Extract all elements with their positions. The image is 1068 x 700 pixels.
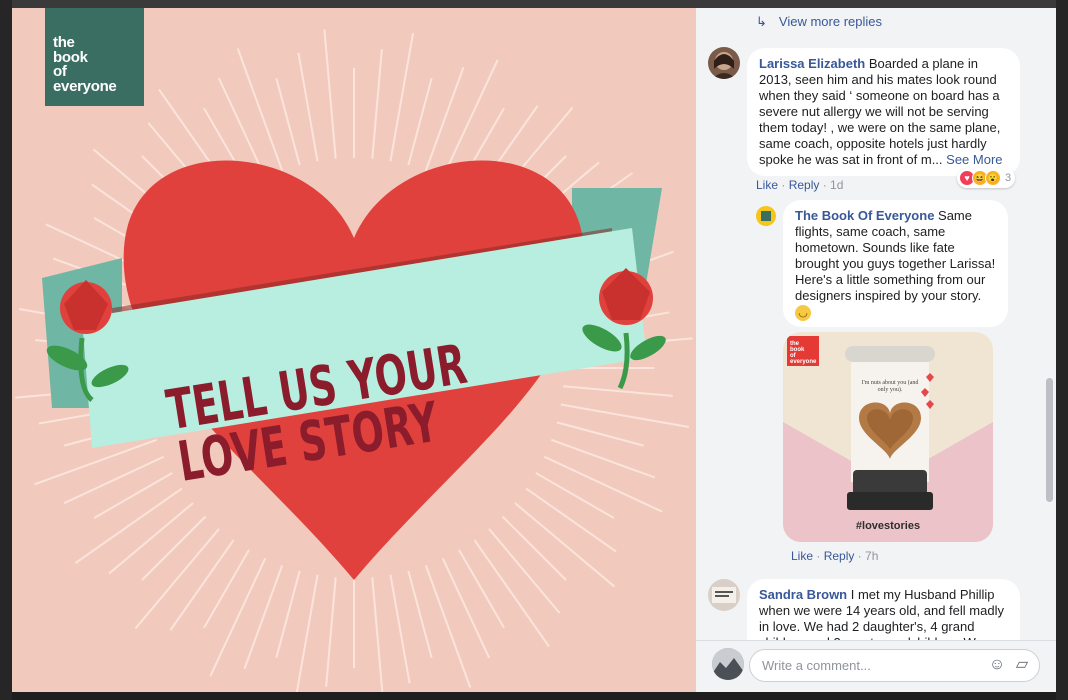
attached-logo: the book of everyone xyxy=(787,336,819,366)
post-photo[interactable]: TELL US YOUR LOVE STORY the book of ever… xyxy=(12,8,696,692)
sunburst-ray xyxy=(275,570,301,659)
sunburst-ray xyxy=(550,438,656,479)
comment-time[interactable]: 1d xyxy=(830,178,843,192)
sunburst-ray xyxy=(209,557,267,677)
sunburst-ray xyxy=(141,515,207,581)
comments-scrollbar[interactable] xyxy=(1046,378,1053,502)
reply-link[interactable]: Reply xyxy=(789,178,820,192)
see-more-link[interactable]: See More xyxy=(946,152,1002,167)
reply-arrow-icon: ↳ xyxy=(756,14,767,29)
sunburst-ray xyxy=(501,515,567,581)
avatar[interactable] xyxy=(708,47,740,79)
avatar-book-of-everyone-icon xyxy=(761,211,771,221)
reaction-count: 3 xyxy=(1005,172,1012,184)
current-user-avatar-icon xyxy=(712,648,744,680)
comment-bubble: The Book Of Everyone Same flights, same … xyxy=(783,200,1008,327)
sunburst-ray xyxy=(275,77,301,166)
sunburst-ray xyxy=(488,528,561,614)
brand-logo: the book of everyone xyxy=(45,8,144,106)
backdrop-top-strip xyxy=(0,0,1068,8)
sunburst-ray xyxy=(525,487,617,553)
backdrop-right-strip xyxy=(1056,0,1068,700)
sunburst-ray xyxy=(556,421,645,447)
smile-emoji-icon: ◡ xyxy=(795,305,811,321)
like-link[interactable]: Like xyxy=(791,549,813,563)
attached-image[interactable]: the book of everyone I'm nuts about you (an… xyxy=(783,332,993,542)
sunburst-ray xyxy=(236,48,284,172)
sunburst-ray xyxy=(535,472,615,519)
sunburst-ray xyxy=(203,549,250,629)
sunburst-ray xyxy=(560,403,690,429)
comment-actions: Like · Reply · 1d xyxy=(756,178,843,192)
separator: · xyxy=(854,549,866,563)
reply-link[interactable]: Reply xyxy=(824,549,855,563)
comment-author[interactable]: Sandra Brown xyxy=(759,587,847,602)
view-more-replies-link[interactable]: ↳ View more replies xyxy=(756,14,882,30)
sunburst-ray xyxy=(63,455,165,505)
sunburst-ray xyxy=(458,549,505,629)
logo-line: everyone xyxy=(53,77,117,95)
comment-time[interactable]: 7h xyxy=(865,549,878,563)
sunburst-ray xyxy=(371,49,383,159)
sunburst-ray xyxy=(543,455,663,513)
view-more-replies-label: View more replies xyxy=(778,14,882,29)
sunburst-ray xyxy=(93,472,173,519)
sunburst-ray xyxy=(407,77,433,166)
avatar-larissa-icon xyxy=(712,52,736,79)
smiley-icon[interactable]: ☺ xyxy=(988,656,1006,674)
avatar[interactable] xyxy=(708,579,740,611)
sunburst-ray xyxy=(389,574,411,684)
wow-reaction-icon: 😮 xyxy=(985,170,1001,186)
comment-text: Boarded a plane in 2013, seen him and hi… xyxy=(759,56,1001,167)
avatar-sandra-icon xyxy=(712,587,736,603)
separator: · xyxy=(813,549,824,563)
sunburst-ray xyxy=(297,52,319,162)
comment-actions: Like · Reply · 7h xyxy=(791,549,878,563)
photo-artwork: TELL US YOUR LOVE STORY xyxy=(15,29,693,692)
separator: · xyxy=(819,178,831,192)
sunburst-ray xyxy=(407,570,433,659)
comment-bubble: Larissa Elizabeth Boarded a plane in 201… xyxy=(747,48,1020,176)
backdrop-left-strip xyxy=(0,0,12,700)
sunburst-ray xyxy=(424,66,465,172)
sunburst-ray xyxy=(325,577,337,687)
sticker-icon[interactable]: ▱ xyxy=(1013,656,1031,674)
sunburst-ray xyxy=(441,557,491,659)
sunburst-ray xyxy=(389,32,415,162)
avatar[interactable] xyxy=(756,206,776,226)
sunburst-ray xyxy=(108,502,194,575)
current-user-avatar[interactable] xyxy=(712,648,744,680)
sunburst-ray xyxy=(424,564,472,688)
sunburst-ray xyxy=(323,29,337,159)
sunburst-ray xyxy=(243,564,284,670)
attached-hashtag: #lovestories xyxy=(855,520,921,532)
sunburst-ray xyxy=(295,574,319,692)
sunburst-ray xyxy=(441,59,499,179)
comment-author[interactable]: Larissa Elizabeth xyxy=(759,56,865,71)
sunburst-ray xyxy=(563,385,673,397)
sunburst-ray xyxy=(371,577,384,692)
like-link[interactable]: Like xyxy=(756,178,778,192)
reaction-summary[interactable]: ♥ 😆 😮 3 xyxy=(957,168,1016,188)
sunburst-ray xyxy=(169,539,235,631)
comment-author[interactable]: The Book Of Everyone xyxy=(795,208,934,223)
attached-note: I'm nuts about you (and only you). xyxy=(861,380,919,393)
separator: · xyxy=(778,178,789,192)
